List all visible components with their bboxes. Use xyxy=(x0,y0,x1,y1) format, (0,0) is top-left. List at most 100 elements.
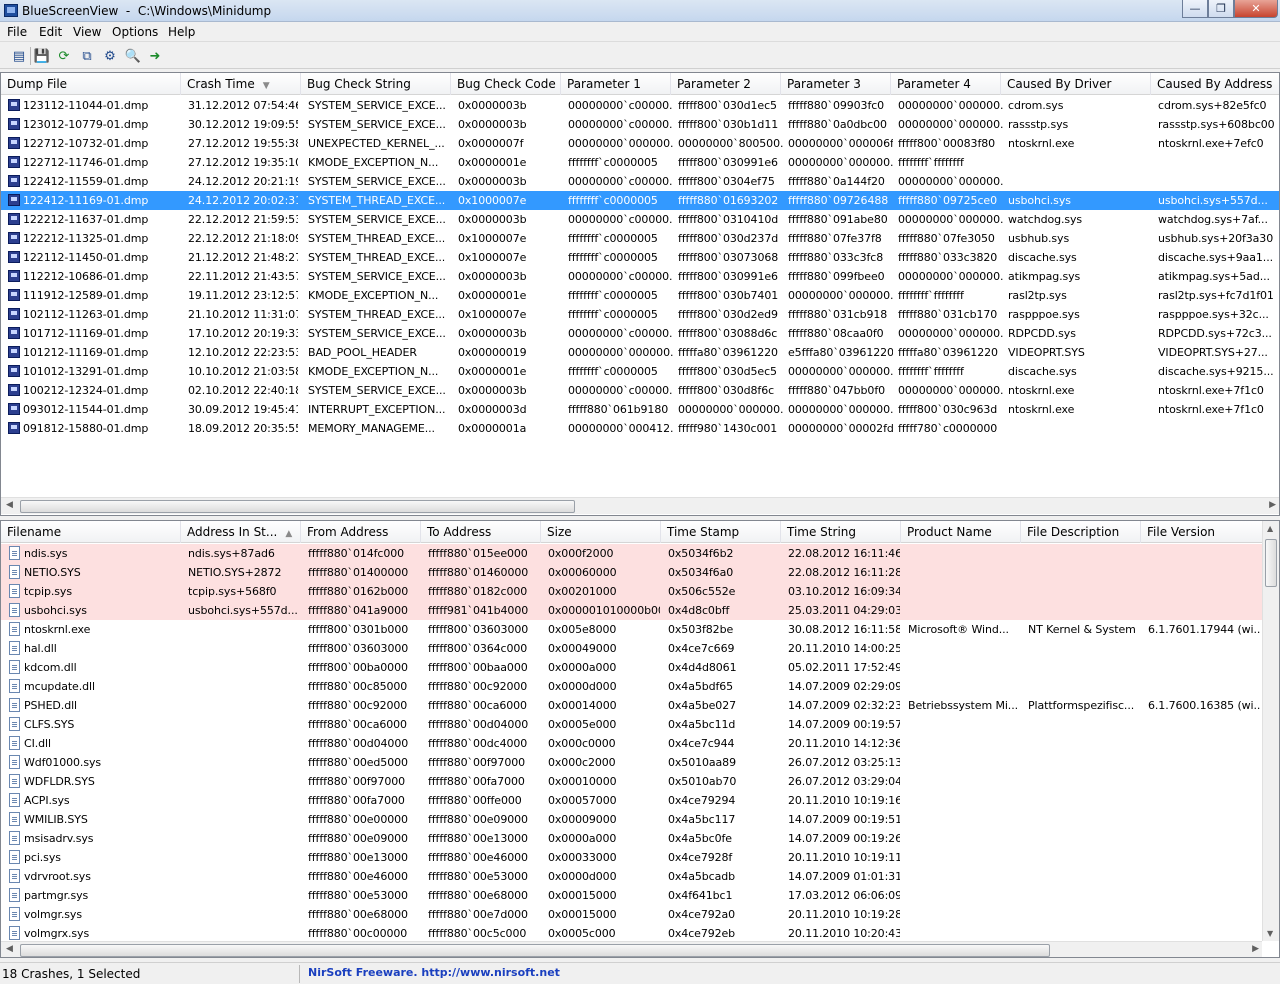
driver-cell: 0x503f82be xyxy=(668,623,734,636)
crash-row[interactable]: 101012-13291-01.dmp 10.10.2012 21:03:58 KM… xyxy=(1,362,1279,381)
crash-row[interactable]: 101712-11169-01.dmp 17.10.2012 20:19:33 SY… xyxy=(1,324,1279,343)
menu-file[interactable]: File xyxy=(7,25,27,39)
scroll-thumb[interactable] xyxy=(1265,539,1277,587)
driver-row[interactable]: ACPI.sys fffff880`00fa7000 fffff880`00ffe0… xyxy=(1,791,1279,810)
driver-row[interactable]: msisadrv.sys fffff880`00e09000 fffff880`00… xyxy=(1,829,1279,848)
crash-cell: fffff800`0310410d xyxy=(678,213,779,226)
exit-icon[interactable]: ➜ xyxy=(146,47,164,65)
properties-icon[interactable]: ▤ xyxy=(10,47,28,65)
col-bug-check-code[interactable]: Bug Check Code xyxy=(451,73,561,95)
col-time-stamp[interactable]: Time Stamp xyxy=(661,521,781,543)
col-crash-time[interactable]: Crash Time ▼ xyxy=(181,73,301,95)
col-parameter-4[interactable]: Parameter 4 xyxy=(891,73,1001,95)
crash-row[interactable]: 122112-11450-01.dmp 21.12.2012 21:48:27 SY… xyxy=(1,248,1279,267)
col-product-name[interactable]: Product Name xyxy=(901,521,1021,543)
driver-row[interactable]: ntoskrnl.exe fffff800`0301b000 fffff800`03… xyxy=(1,620,1279,639)
crash-row[interactable]: 112212-10686-01.dmp 22.11.2012 21:43:57 SY… xyxy=(1,267,1279,286)
menu-help[interactable]: Help xyxy=(168,25,195,39)
driver-row[interactable]: CI.dll fffff880`00d04000 fffff880`00dc4000… xyxy=(1,734,1279,753)
menu-options[interactable]: Options xyxy=(112,25,158,39)
driver-row[interactable]: usbohci.sys usbohci.sys+557d... fffff880`0… xyxy=(1,601,1279,620)
col-to-address[interactable]: To Address xyxy=(421,521,541,543)
driver-row[interactable]: partmgr.sys fffff880`00e53000 fffff880`00e… xyxy=(1,886,1279,905)
driver-row[interactable]: kdcom.dll fffff800`00ba0000 fffff800`00baa… xyxy=(1,658,1279,677)
crash-row[interactable]: 111912-12589-01.dmp 19.11.2012 23:12:57 KM… xyxy=(1,286,1279,305)
driver-row[interactable]: PSHED.dll fffff880`00c92000 fffff880`00ca6… xyxy=(1,696,1279,715)
crash-cell: raspppoe.sys xyxy=(1008,308,1080,321)
driver-row[interactable]: tcpip.sys tcpip.sys+568f0 fffff880`0162b00… xyxy=(1,582,1279,601)
driver-list[interactable]: Filename Address In St... ▲ From Address … xyxy=(0,520,1280,958)
save-icon[interactable]: 💾 xyxy=(33,47,51,65)
driver-list-hscroll[interactable]: ◀ ▶ xyxy=(1,941,1262,957)
col-parameter-3[interactable]: Parameter 3 xyxy=(781,73,891,95)
driver-row[interactable]: mcupdate.dll fffff880`00c85000 fffff880`00… xyxy=(1,677,1279,696)
crash-row[interactable]: 122412-11169-01.dmp 24.12.2012 20:02:31 SY… xyxy=(1,191,1279,210)
driver-list-vscroll[interactable]: ▲ ▼ xyxy=(1262,521,1279,941)
scroll-left-icon[interactable]: ◀ xyxy=(6,500,13,510)
nirsoft-link[interactable]: NirSoft Freeware. http://www.nirsoft.net xyxy=(308,966,560,979)
driver-cell: fffff880`00e46000 xyxy=(308,870,408,883)
driver-cell: 0x00010000 xyxy=(548,775,617,788)
col-bug-check-string[interactable]: Bug Check String xyxy=(301,73,451,95)
driver-row[interactable]: ndis.sys ndis.sys+87ad6 fffff880`014fc000 f… xyxy=(1,544,1279,563)
crash-list[interactable]: Dump File Crash Time ▼ Bug Check String B… xyxy=(0,72,1280,516)
crash-list-hscroll[interactable]: ◀ ▶ xyxy=(1,497,1279,514)
crash-row[interactable]: 122712-10732-01.dmp 27.12.2012 19:55:38 UN… xyxy=(1,134,1279,153)
crash-cell: 122112-11450-01.dmp xyxy=(23,251,149,264)
col-caused-by-address[interactable]: Caused By Address xyxy=(1151,73,1279,95)
driver-row[interactable]: pci.sys fffff880`00e13000 fffff880`00e4600… xyxy=(1,848,1279,867)
driver-cell: fffff880`00fa7000 xyxy=(308,794,405,807)
scroll-up-icon[interactable]: ▲ xyxy=(1267,524,1273,533)
crash-row[interactable]: 091812-15880-01.dmp 18.09.2012 20:35:55 ME… xyxy=(1,419,1279,438)
crash-cell: 30.12.2012 19:09:55 xyxy=(188,118,298,131)
col-dump-file[interactable]: Dump File xyxy=(1,73,181,95)
minimize-button[interactable]: — xyxy=(1182,0,1208,18)
refresh-icon[interactable]: ⟳ xyxy=(55,47,73,65)
col-filename[interactable]: Filename xyxy=(1,521,181,543)
scroll-thumb[interactable] xyxy=(20,944,1050,957)
col-size[interactable]: Size xyxy=(541,521,661,543)
dump-file-icon xyxy=(8,194,20,206)
driver-row[interactable]: WDFLDR.SYS fffff880`00f97000 fffff880`00fa… xyxy=(1,772,1279,791)
col-file-version[interactable]: File Version xyxy=(1141,521,1263,543)
crash-row[interactable]: 122412-11559-01.dmp 24.12.2012 20:21:19 SY… xyxy=(1,172,1279,191)
menu-view[interactable]: View xyxy=(73,25,101,39)
copy-icon[interactable]: ⧉ xyxy=(78,47,96,65)
scroll-down-icon[interactable]: ▼ xyxy=(1267,929,1273,938)
crash-row[interactable]: 122212-11637-01.dmp 22.12.2012 21:59:53 SY… xyxy=(1,210,1279,229)
col-caused-by-driver[interactable]: Caused By Driver xyxy=(1001,73,1151,95)
col-parameter-2[interactable]: Parameter 2 xyxy=(671,73,781,95)
driver-row[interactable]: Wdf01000.sys fffff880`00ed5000 fffff880`00… xyxy=(1,753,1279,772)
driver-row[interactable]: vdrvroot.sys fffff880`00e46000 fffff880`00… xyxy=(1,867,1279,886)
crash-row[interactable]: 123112-11044-01.dmp 31.12.2012 07:54:46 SY… xyxy=(1,96,1279,115)
col-address-in-stack[interactable]: Address In St... ▲ xyxy=(181,521,301,543)
crash-row[interactable]: 093012-11544-01.dmp 30.09.2012 19:45:41 IN… xyxy=(1,400,1279,419)
crash-row[interactable]: 101212-11169-01.dmp 12.10.2012 22:23:53 BA… xyxy=(1,343,1279,362)
crash-cell: 0x1000007e xyxy=(458,194,527,207)
advanced-options-icon[interactable]: ⚙ xyxy=(101,47,119,65)
menu-edit[interactable]: Edit xyxy=(39,25,62,39)
driver-row[interactable]: CLFS.SYS fffff880`00ca6000 fffff880`00d040… xyxy=(1,715,1279,734)
driver-cell: 0x4d4d8061 xyxy=(668,661,737,674)
crash-row[interactable]: 122712-11746-01.dmp 27.12.2012 19:35:10 KM… xyxy=(1,153,1279,172)
col-from-address[interactable]: From Address xyxy=(301,521,421,543)
crash-row[interactable]: 100212-12324-01.dmp 02.10.2012 22:40:18 SY… xyxy=(1,381,1279,400)
scroll-right-icon[interactable]: ▶ xyxy=(1252,944,1259,954)
driver-row[interactable]: volmgr.sys fffff880`00e68000 fffff880`00e7… xyxy=(1,905,1279,924)
close-button[interactable]: ✕ xyxy=(1234,0,1278,18)
crash-row[interactable]: 123012-10779-01.dmp 30.12.2012 19:09:55 SY… xyxy=(1,115,1279,134)
find-icon[interactable]: 🔍 xyxy=(124,47,142,65)
driver-row[interactable]: hal.dll fffff800`03603000 fffff800`0364c00… xyxy=(1,639,1279,658)
driver-row[interactable]: WMILIB.SYS fffff880`00e00000 fffff880`00e0… xyxy=(1,810,1279,829)
maximize-button[interactable]: ❐ xyxy=(1208,0,1234,18)
col-time-string[interactable]: Time String xyxy=(781,521,901,543)
crash-cell: 123112-11044-01.dmp xyxy=(23,99,149,112)
driver-row[interactable]: NETIO.SYS NETIO.SYS+2872 fffff880`01400000… xyxy=(1,563,1279,582)
col-file-description[interactable]: File Description xyxy=(1021,521,1141,543)
scroll-thumb[interactable] xyxy=(20,500,575,513)
crash-row[interactable]: 122212-11325-01.dmp 22.12.2012 21:18:09 SY… xyxy=(1,229,1279,248)
crash-row[interactable]: 102112-11263-01.dmp 21.10.2012 11:31:07 SY… xyxy=(1,305,1279,324)
scroll-right-icon[interactable]: ▶ xyxy=(1269,500,1276,510)
scroll-left-icon[interactable]: ◀ xyxy=(6,944,13,954)
col-parameter-1[interactable]: Parameter 1 xyxy=(561,73,671,95)
